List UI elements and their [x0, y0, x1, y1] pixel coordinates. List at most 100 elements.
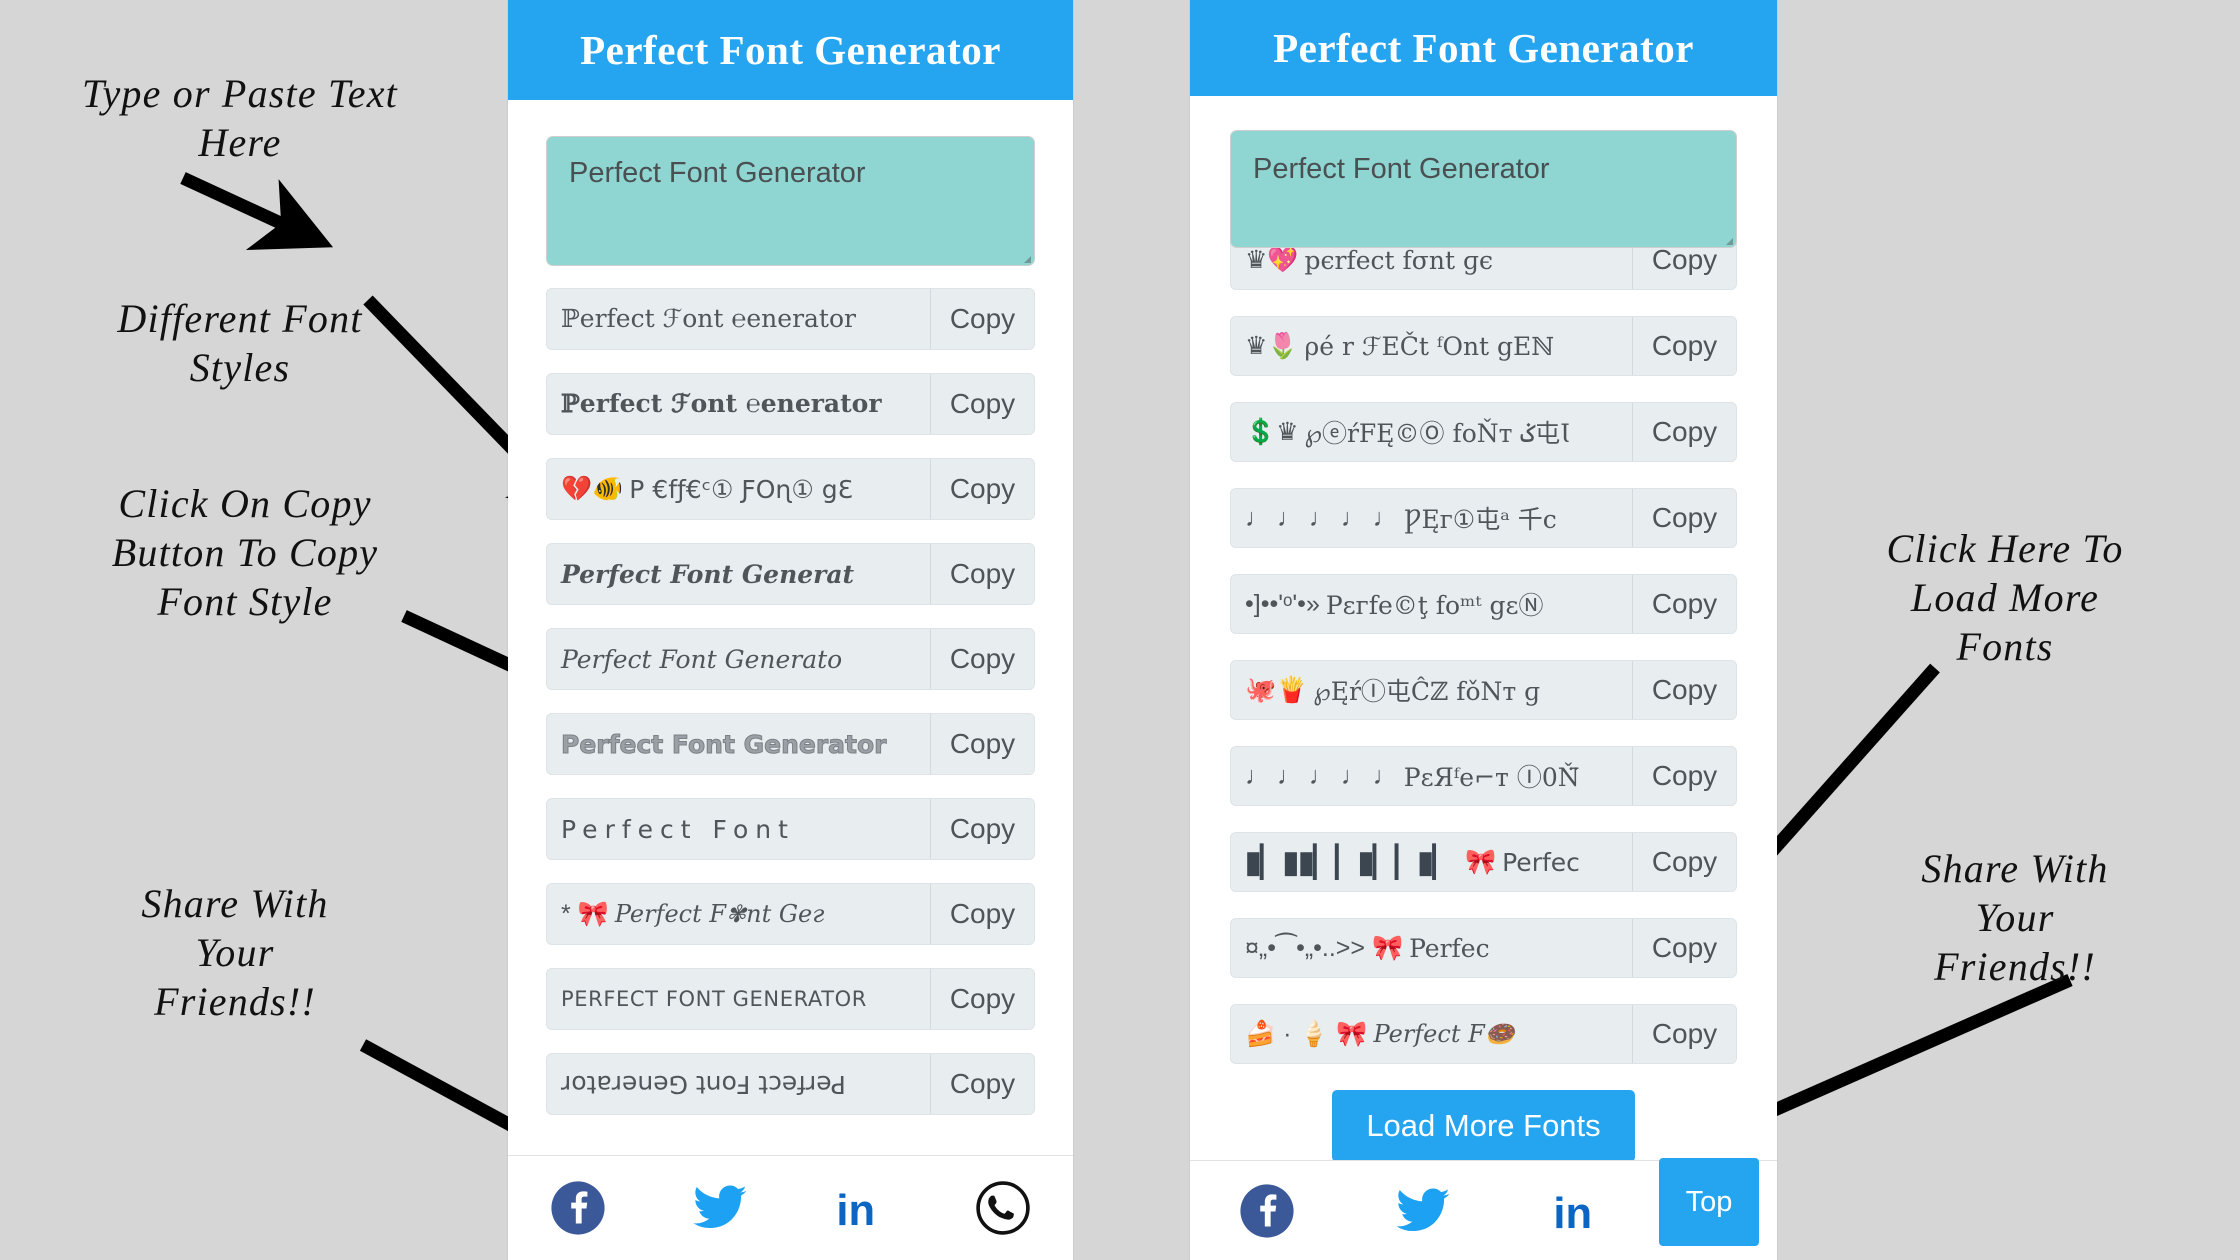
copy-button[interactable]: Copy [930, 714, 1034, 774]
font-style-text: Perfect Font [561, 814, 795, 844]
font-style-row[interactable]: ℙerfect ℱont ℮enerator Copy [546, 373, 1035, 435]
textarea-resize-handle[interactable] [1726, 238, 1733, 245]
copy-button[interactable]: Copy [930, 629, 1034, 689]
font-style-row[interactable]: ¤„•⁀•„•..>> 🎀 Perfeс Copy [1230, 918, 1737, 978]
font-style-preview: ♩ ♩ ♩ ♩ ♩ PεЯᶠe⌐т Ⓘ0Ň̈ [1231, 747, 1632, 805]
font-style-preview: 💔🐠 P €fƒ€ᶜ① ƑOɳ① gƐ [547, 459, 930, 519]
copy-button[interactable]: Copy [930, 884, 1034, 944]
screenshot-root: Type or Paste Text Here Different Font S… [0, 0, 2240, 1260]
font-style-row[interactable]: Perfect Font Generato Copy [546, 628, 1035, 690]
load-more-fonts-button[interactable]: Load More Fonts [1332, 1090, 1635, 1162]
left-panel-header: Perfect Font Generator [508, 0, 1073, 100]
svg-text:in: in [836, 1187, 875, 1235]
whatsapp-icon[interactable] [974, 1179, 1032, 1237]
font-style-text: ℘ⓔŕFĘ©Ⓞ foŇт ݢ屯Ɩ [1304, 419, 1570, 448]
right-text-input-value: Perfect Font Generator [1253, 153, 1550, 185]
textarea-resize-handle[interactable] [1024, 256, 1031, 263]
font-style-row[interactable]: PERFECT FONT GENERATOR Copy [546, 968, 1035, 1030]
copy-button[interactable]: Copy [1632, 661, 1736, 719]
copy-button[interactable]: Copy [930, 1054, 1034, 1114]
barcode-icon: ▮▏▮▮▏▏▮▏▏▮▏ [1245, 845, 1456, 879]
font-style-preview: 🐙🍟 ℘ĘŕⒾ屯Ĉℤ fǒNт ɡ [1231, 661, 1632, 719]
copy-button[interactable]: Copy [1632, 747, 1736, 805]
twitter-icon[interactable] [1392, 1182, 1454, 1240]
font-style-text: ℘ĘŕⒾ屯Ĉℤ fǒNт ɡ [1313, 677, 1541, 706]
font-style-row[interactable]: ♩ ♩ ♩ ♩ ♩ ǷĘг①屯ᵃ 千c Copy [1230, 488, 1737, 548]
copy-button[interactable]: Copy [930, 459, 1034, 519]
row-decoration-emoji: 🍰 · 🍦 🎀 [1245, 1019, 1368, 1048]
font-style-preview: ¤„•⁀•„•..>> 🎀 Perfeс [1231, 919, 1632, 977]
font-style-preview: PERFECT FONT GENERATOR [547, 969, 930, 1029]
font-style-row[interactable]: Perfect Font Generator Copy [546, 1053, 1035, 1115]
copy-button[interactable]: Copy [930, 374, 1034, 434]
font-style-row[interactable]: ♛🌷 ρé r ℱEČt ᶠOnt gEℕ Copy [1230, 316, 1737, 376]
font-style-text: Perfect Font Generat [561, 559, 855, 589]
copy-button[interactable]: Copy [1632, 317, 1736, 375]
font-style-text: PERFECT FONT GENERATOR [561, 987, 868, 1011]
svg-text:in: in [1553, 1189, 1592, 1237]
row-decoration-emoji: 💔🐠 [561, 474, 624, 503]
font-style-text: Perfect F✾nt Geг [614, 900, 825, 928]
font-style-preview: 🍰 · 🍦 🎀 Perfect F🍩 [1231, 1005, 1632, 1063]
font-style-row[interactable]: Perfect Font Generat Copy [546, 543, 1035, 605]
row-decoration-emoji: 🎀 [1464, 847, 1497, 876]
row-decoration-emoji: 💲♛ [1245, 417, 1299, 446]
font-style-text: pєrfect fσnt ɡє [1304, 245, 1493, 275]
left-text-input[interactable]: Perfect Font Generator [546, 136, 1035, 266]
copy-button[interactable]: Copy [1632, 403, 1736, 461]
font-style-row[interactable]: ℙerfect ℱont ℮enerator Copy [546, 288, 1035, 350]
font-style-preview: ♛🌷 ρé r ℱEČt ᶠOnt gEℕ [1231, 317, 1632, 375]
font-style-preview: * 🎀 Perfect F✾nt Geг [547, 884, 930, 944]
font-style-row[interactable]: 💲♛ ℘ⓔŕFĘ©Ⓞ foŇт ݢ屯Ɩ Copy [1230, 402, 1737, 462]
left-social-footer: in [508, 1155, 1073, 1260]
copy-button[interactable]: Copy [930, 289, 1034, 349]
copy-button[interactable]: Copy [930, 799, 1034, 859]
font-style-preview: ℙerfect ℱont ℮enerator [547, 289, 930, 349]
copy-button[interactable]: Copy [930, 969, 1034, 1029]
facebook-icon[interactable] [549, 1179, 607, 1237]
font-style-preview: Perfect Font Generator [547, 1054, 930, 1114]
copy-button[interactable]: Copy [1632, 575, 1736, 633]
font-style-row[interactable]: 💔🐠 P €fƒ€ᶜ① ƑOɳ① gƐ Copy [546, 458, 1035, 520]
arrow-type-paste [180, 172, 334, 250]
font-style-row[interactable]: 🍰 · 🍦 🎀 Perfect F🍩 Copy [1230, 1004, 1737, 1064]
facebook-icon[interactable] [1238, 1182, 1296, 1240]
copy-button[interactable]: Copy [1632, 1005, 1736, 1063]
font-style-text: ℙerfect ℱont ℮enerator [561, 389, 882, 418]
row-decoration-emoji: 🐙🍟 [1245, 675, 1308, 704]
copy-button[interactable]: Copy [1632, 833, 1736, 891]
copy-button[interactable]: Copy [1632, 919, 1736, 977]
linkedin-icon[interactable]: in [834, 1179, 892, 1237]
row-decoration-emoji: ♛🌷 [1245, 331, 1299, 360]
font-style-row[interactable]: ♩ ♩ ♩ ♩ ♩ PεЯᶠe⌐т Ⓘ0Ň̈ Copy [1230, 746, 1737, 806]
callout-type-paste: Type or Paste Text Here [81, 71, 398, 165]
font-style-text: Perfect Font Generator [561, 1069, 846, 1099]
font-style-preview: •]••ʹᵒʹ•» Ρεгfe©ţ foᵐᵗ gεⓃ [1231, 575, 1632, 633]
right-phone-panel: Perfect Font Generator Perfect Font Gene… [1190, 0, 1777, 1260]
font-style-preview: Perfect Font Generator [547, 714, 930, 774]
font-style-text: P €fƒ€ᶜ① ƑOɳ① gƐ [629, 474, 854, 504]
callout-share-right: Share With Your Friends!! [1921, 846, 2109, 989]
row-decoration-emoji: ♩ ♩ ♩ ♩ ♩ [1245, 503, 1398, 532]
linkedin-icon[interactable]: in [1551, 1182, 1609, 1240]
font-style-row[interactable]: 🐙🍟 ℘ĘŕⒾ屯Ĉℤ fǒNт ɡ Copy [1230, 660, 1737, 720]
copy-button[interactable]: Copy [930, 544, 1034, 604]
callout-click-copy: Click On Copy Button To Copy Font Style [111, 481, 379, 624]
callout-different-fonts: Different Font Styles [117, 296, 363, 390]
font-style-row[interactable]: Perfect Font Copy [546, 798, 1035, 860]
font-style-row[interactable]: •]••ʹᵒʹ•» Ρεгfe©ţ foᵐᵗ gεⓃ Copy [1230, 574, 1737, 634]
font-style-preview: ▮▏▮▮▏▏▮▏▏▮▏ 🎀 Perfec [1231, 833, 1632, 891]
font-style-row[interactable]: ▮▏▮▮▏▏▮▏▏▮▏ 🎀 Perfec Copy [1230, 832, 1737, 892]
font-style-text: ℙerfect ℱont ℮enerator [561, 304, 856, 333]
right-text-input[interactable]: Perfect Font Generator [1230, 130, 1737, 248]
font-style-row[interactable]: Perfect Font Generator Copy [546, 713, 1035, 775]
twitter-icon[interactable] [689, 1179, 751, 1237]
copy-button[interactable]: Copy [1632, 489, 1736, 547]
callout-load-more: Click Here To Load More Fonts [1886, 526, 2124, 669]
scroll-to-top-button[interactable]: Top [1659, 1158, 1759, 1246]
font-style-row[interactable]: * 🎀 Perfect F✾nt Geг Copy [546, 883, 1035, 945]
row-decoration-emoji: ♛💖 [1245, 245, 1299, 274]
left-text-input-value: Perfect Font Generator [569, 157, 866, 189]
font-style-preview: Perfect Font Generato [547, 629, 930, 689]
callout-share-left: Share With Your Friends!! [141, 881, 329, 1024]
